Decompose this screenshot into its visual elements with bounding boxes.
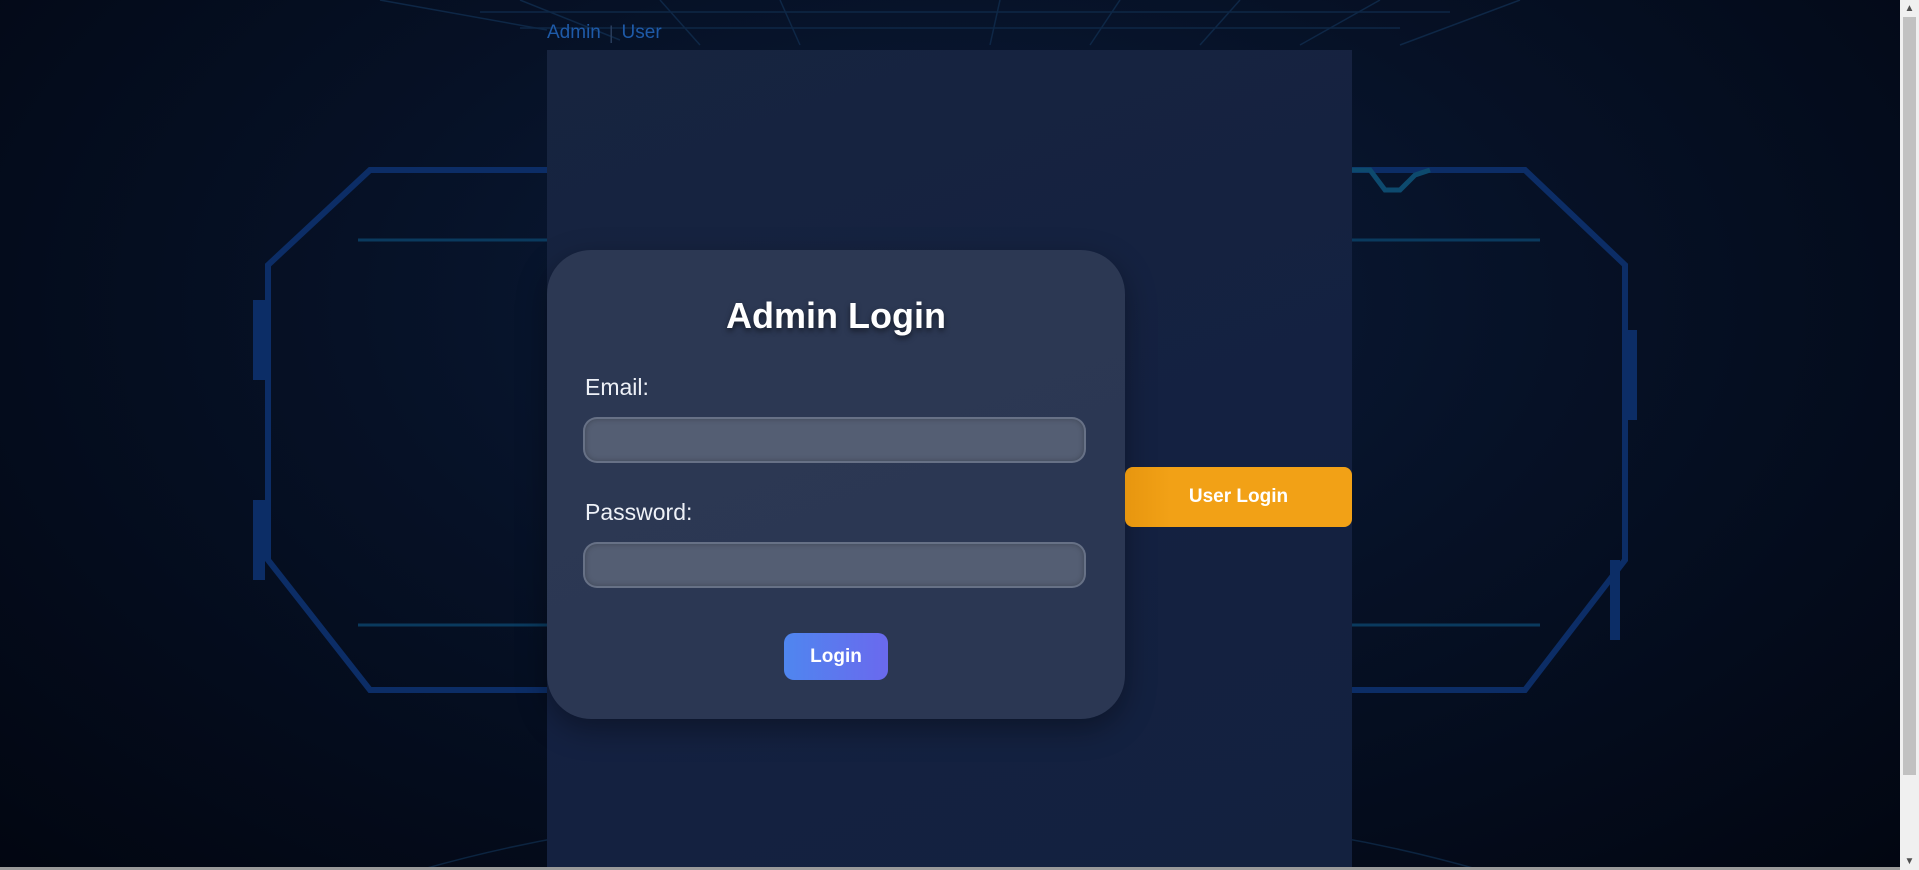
user-login-button[interactable]: User Login <box>1125 467 1352 527</box>
email-label: Email: <box>585 374 649 400</box>
admin-login-card: Admin Login Email: Password: Login <box>547 250 1125 719</box>
login-button[interactable]: Login <box>784 633 888 680</box>
scroll-down-icon[interactable]: ▼ <box>1900 853 1919 870</box>
password-label: Password: <box>585 499 693 525</box>
top-nav: Admin | User <box>547 22 662 44</box>
page-title: Admin Login <box>726 295 946 336</box>
scrollbar-thumb[interactable] <box>1903 17 1916 775</box>
password-field[interactable] <box>583 542 1086 588</box>
email-field[interactable] <box>583 417 1086 463</box>
nav-admin-link[interactable]: Admin <box>547 22 601 44</box>
scroll-up-icon[interactable]: ▲ <box>1900 0 1919 17</box>
vertical-scrollbar[interactable]: ▲ ▼ <box>1900 0 1919 870</box>
nav-separator: | <box>608 22 614 43</box>
nav-user-link[interactable]: User <box>622 22 662 44</box>
